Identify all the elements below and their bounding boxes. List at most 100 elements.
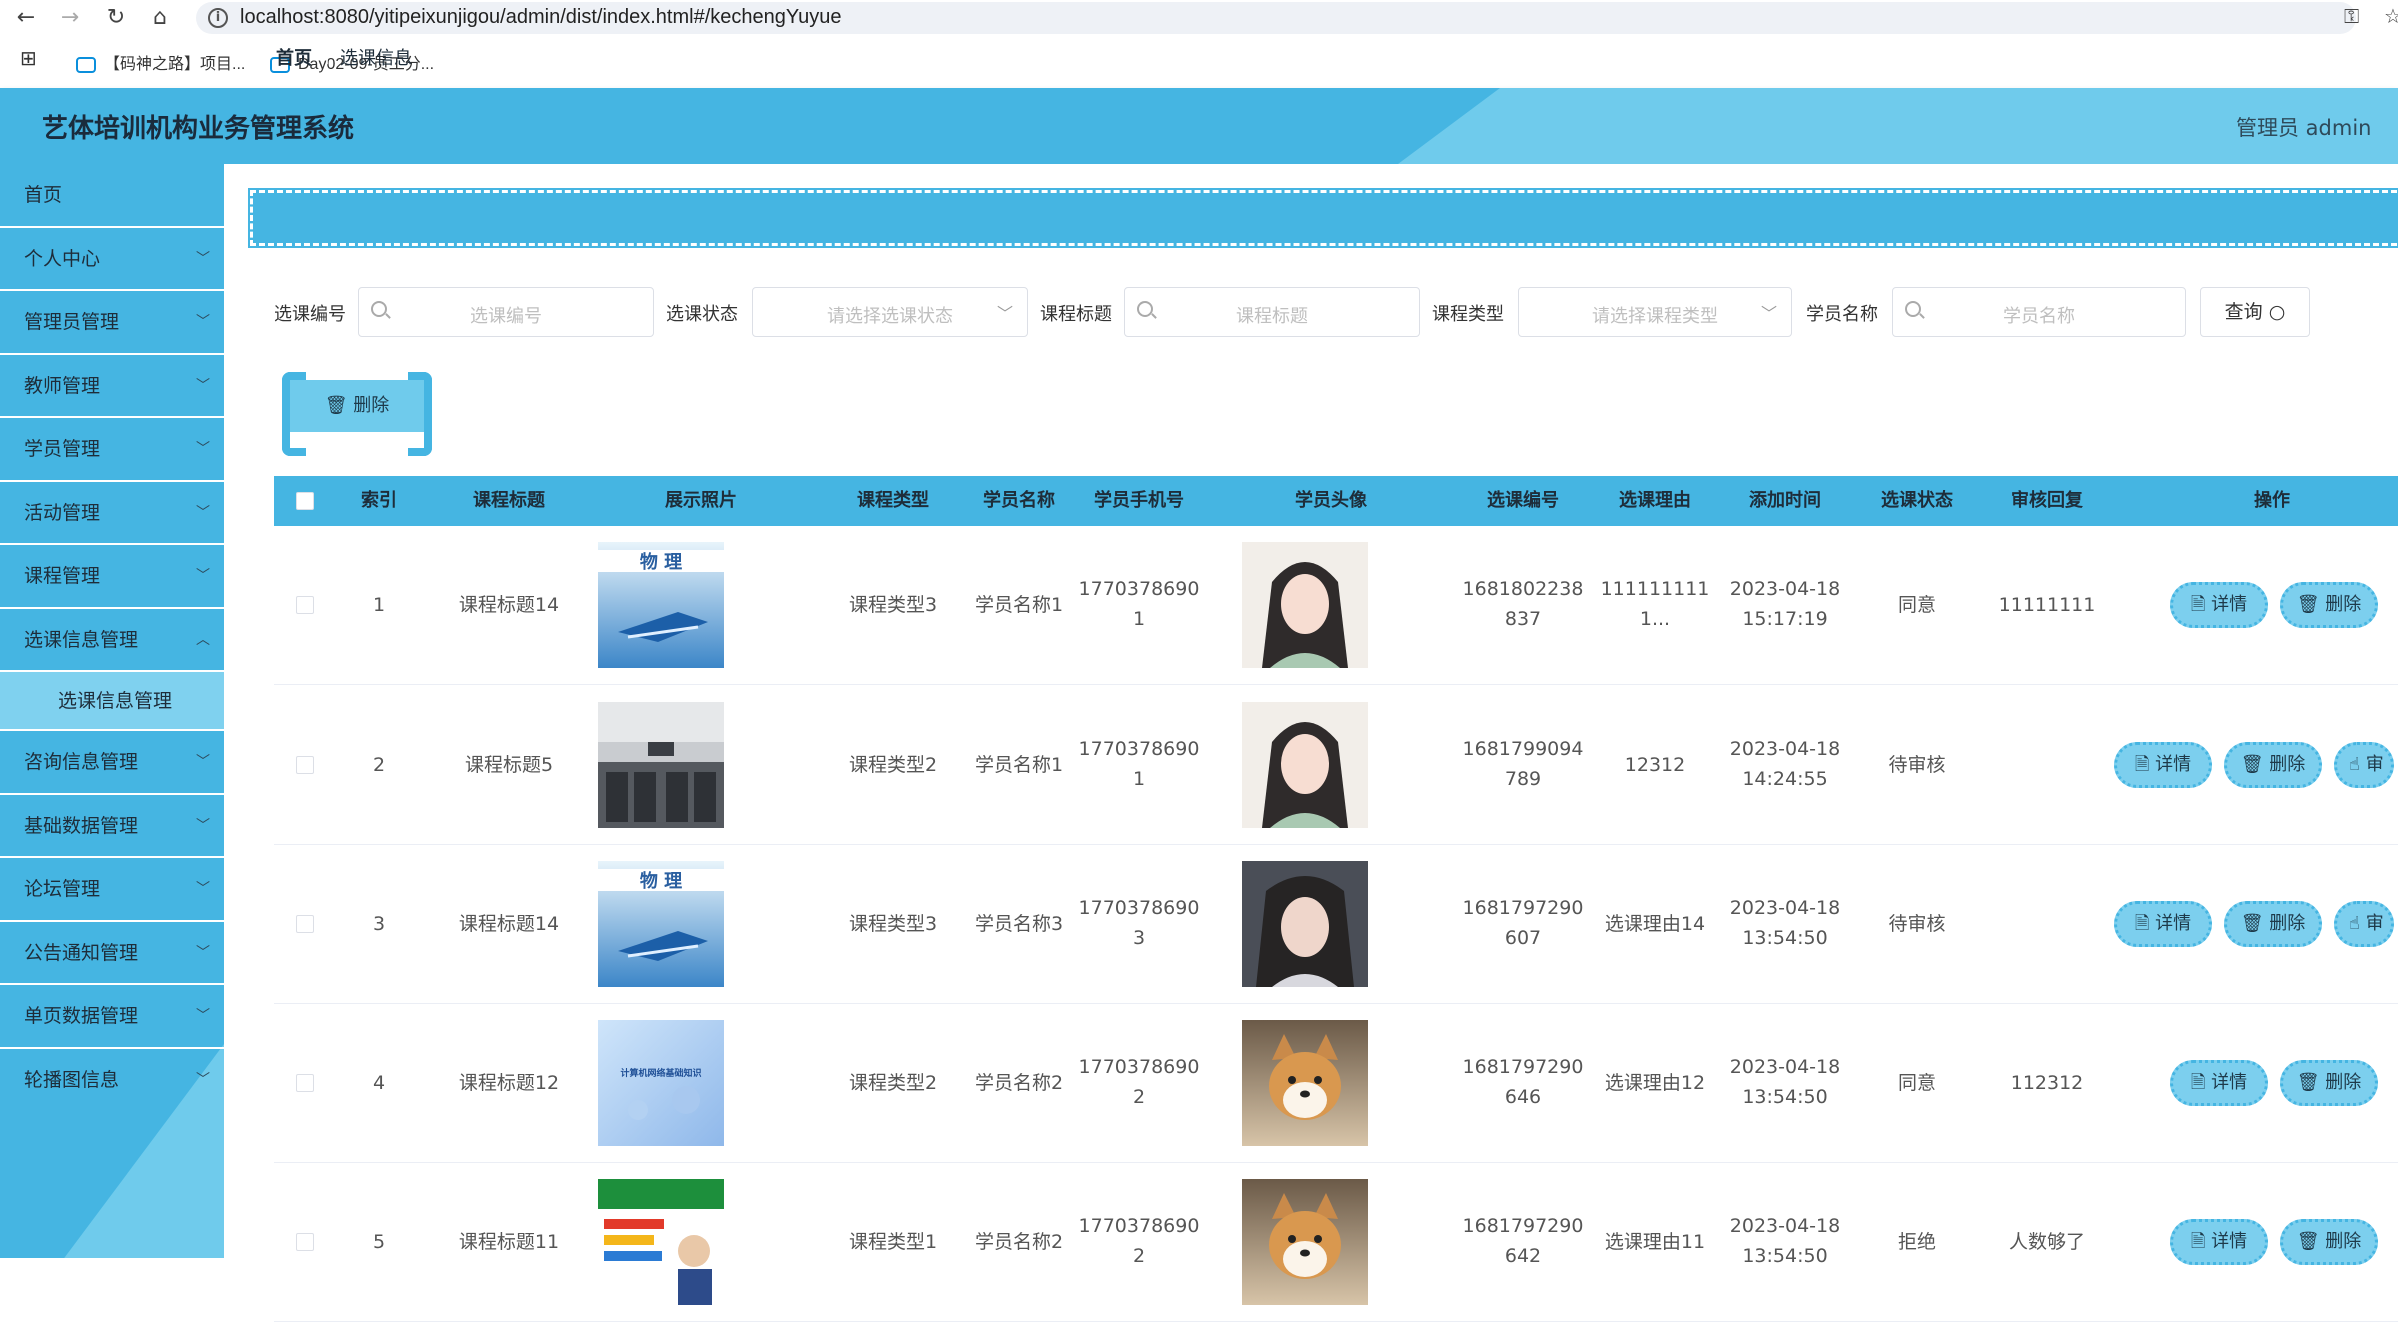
user-menu[interactable]: 管理员 admin <box>2236 112 2371 142</box>
course-photo[interactable]: 物 理 <box>598 542 724 668</box>
svg-text:计算机网络基础知识: 计算机网络基础知识 <box>620 1067 701 1079</box>
forward-icon[interactable]: → <box>54 2 86 34</box>
chevron-down-icon: ﹀ <box>196 441 210 457</box>
trash-icon: 🗑 <box>2296 1231 2320 1252</box>
sidebar-item-profile[interactable]: 个人中心 ﹀ <box>0 228 224 291</box>
trash-icon: 🗑 <box>2296 1072 2320 1093</box>
sidebar-subitem-enrollment[interactable]: 选课信息管理 <box>0 672 224 731</box>
svg-text:物 理: 物 理 <box>640 551 682 573</box>
trash-icon: 🗑 <box>2240 913 2264 934</box>
address-bar[interactable]: i localhost:8080/yitipeixunjigou/admin/d… <box>196 2 2356 34</box>
cell-phone: 1770378690 1 <box>1078 578 1200 630</box>
site-info-icon[interactable]: i <box>208 8 228 28</box>
back-icon[interactable]: ← <box>10 2 42 34</box>
browser-toolbar: ← → ↻ ⌂ i localhost:8080/yitipeixunjigou… <box>0 0 2398 36</box>
student-avatar[interactable] <box>1242 861 1368 987</box>
course-title-input[interactable]: 课程标题 <box>1124 287 1420 337</box>
student-avatar[interactable] <box>1242 1020 1368 1146</box>
cell-index: 2 <box>372 754 386 776</box>
th-avatar: 学员头像 <box>1295 490 1367 511</box>
sidebar-item-singlepage[interactable]: 单页数据管理 ﹀ <box>0 985 224 1049</box>
cell-index: 5 <box>372 1231 386 1253</box>
query-button[interactable]: 查询 ○ <box>2200 287 2310 337</box>
review-button[interactable]: ☝ 审 <box>2334 901 2394 947</box>
sidebar-item-consult[interactable]: 咨询信息管理 ﹀ <box>0 731 224 795</box>
detail-button[interactable]: 🗎 详情 <box>2170 1060 2268 1106</box>
cell-reply: 112312 <box>2010 1072 2084 1094</box>
student-avatar[interactable] <box>1242 702 1368 828</box>
star-icon[interactable]: ☆ <box>2384 4 2398 28</box>
cell-title: 课程标题14 <box>458 913 560 935</box>
bookmark-1[interactable]: 【码神之路】项目... <box>76 50 245 74</box>
student-avatar[interactable] <box>1242 542 1368 668</box>
trash-icon: 🗑 <box>2296 594 2320 615</box>
app-header: 艺体培训机构业务管理系统 管理员 admin <box>0 88 2398 164</box>
row-checkbox[interactable] <box>296 596 314 614</box>
detail-button[interactable]: 🗎 详情 <box>2114 742 2212 788</box>
sidebar-item-forum[interactable]: 论坛管理 ﹀ <box>0 858 224 922</box>
sidebar-item-teacher[interactable]: 教师管理 ﹀ <box>0 355 224 418</box>
student-avatar[interactable] <box>1242 1179 1368 1305</box>
course-photo[interactable]: 计算机网络基础知识 <box>598 1020 724 1146</box>
student-name-input[interactable]: 学员名称 <box>1892 287 2186 337</box>
row-checkbox[interactable] <box>296 1074 314 1092</box>
apps-grid-icon[interactable]: ⊞ <box>20 46 37 71</box>
th-photo: 展示照片 <box>665 490 737 511</box>
detail-button[interactable]: 🗎 详情 <box>2114 901 2212 947</box>
chevron-down-icon: ﹀ <box>196 881 210 897</box>
doc-icon: 🗎 <box>2134 754 2150 775</box>
chevron-down-icon: ﹀ <box>996 304 1013 323</box>
enroll-no-input[interactable]: 选课编号 <box>358 287 654 337</box>
delete-button[interactable]: 🗑 删除 <box>2280 1060 2378 1106</box>
row-checkbox[interactable] <box>296 756 314 774</box>
cell-status: 待审核 <box>1888 754 1946 776</box>
detail-button[interactable]: 🗎 详情 <box>2170 582 2268 628</box>
batch-delete-button[interactable]: 🗑 删除 <box>282 372 432 456</box>
cell-reply: 11111111 <box>1998 594 2096 616</box>
label-course-title: 课程标题 <box>1040 304 1112 325</box>
reload-icon[interactable]: ↻ <box>100 2 132 34</box>
cell-status: 待审核 <box>1888 913 1946 935</box>
chevron-down-icon: ﹀ <box>196 314 210 330</box>
delete-button[interactable]: 🗑 删除 <box>2224 742 2322 788</box>
status-select[interactable]: 请选择选课状态 ﹀ <box>752 287 1028 337</box>
course-photo[interactable] <box>598 1179 724 1305</box>
course-photo[interactable]: 物 理 <box>598 861 724 987</box>
delete-button[interactable]: 🗑 删除 <box>2224 901 2322 947</box>
row-checkbox[interactable] <box>296 1233 314 1251</box>
doc-icon: 🗎 <box>2190 1231 2206 1252</box>
chevron-down-icon: ﹀ <box>196 504 210 521</box>
thumb-icon: ☝ <box>2349 754 2360 775</box>
chevron-down-icon: ﹀ <box>196 1071 210 1088</box>
cell-phone: 1770378690 3 <box>1078 897 1200 949</box>
course-type-select[interactable]: 请选择课程类型 ﹀ <box>1518 287 1792 337</box>
url-text: localhost:8080/yitipeixunjigou/admin/dis… <box>240 6 842 28</box>
cell-title: 课程标题12 <box>458 1072 560 1094</box>
cell-index: 3 <box>372 913 386 935</box>
select-all-checkbox[interactable] <box>296 492 314 510</box>
detail-button[interactable]: 🗎 详情 <box>2170 1219 2268 1265</box>
home-icon[interactable]: ⌂ <box>144 2 176 34</box>
sidebar-item-activity[interactable]: 活动管理 ﹀ <box>0 482 224 545</box>
sidebar-item-student[interactable]: 学员管理 ﹀ <box>0 418 224 482</box>
sidebar-item-enrollment[interactable]: 选课信息管理 ︿ <box>0 609 224 672</box>
sidebar-item-carousel[interactable]: 轮播图信息 ﹀ <box>0 1049 224 1113</box>
course-photo[interactable] <box>598 702 724 828</box>
cell-phone: 1770378690 2 <box>1078 1056 1200 1108</box>
key-icon[interactable]: ⚿ <box>2344 4 2359 28</box>
row-checkbox[interactable] <box>296 915 314 933</box>
sidebar-item-notice[interactable]: 公告通知管理 ﹀ <box>0 922 224 985</box>
cell-phone: 1770378690 1 <box>1078 738 1200 790</box>
sidebar-item-admin[interactable]: 管理员管理 ﹀ <box>0 291 224 355</box>
doc-icon: 🗎 <box>2190 594 2206 615</box>
cell-index: 1 <box>372 594 386 616</box>
delete-button[interactable]: 🗑 删除 <box>2280 1219 2378 1265</box>
sidebar-item-basedata[interactable]: 基础数据管理 ﹀ <box>0 795 224 858</box>
chevron-up-icon: ︿ <box>196 631 210 648</box>
delete-button[interactable]: 🗑 删除 <box>2280 582 2378 628</box>
review-button[interactable]: ☝ 审 <box>2334 742 2394 788</box>
sidebar-item-course[interactable]: 课程管理 ﹀ <box>0 545 224 609</box>
breadcrumb-separator: | <box>324 44 331 65</box>
sidebar-item-home[interactable]: 首页 <box>0 164 224 228</box>
breadcrumb-home[interactable]: 首页 <box>276 44 312 70</box>
